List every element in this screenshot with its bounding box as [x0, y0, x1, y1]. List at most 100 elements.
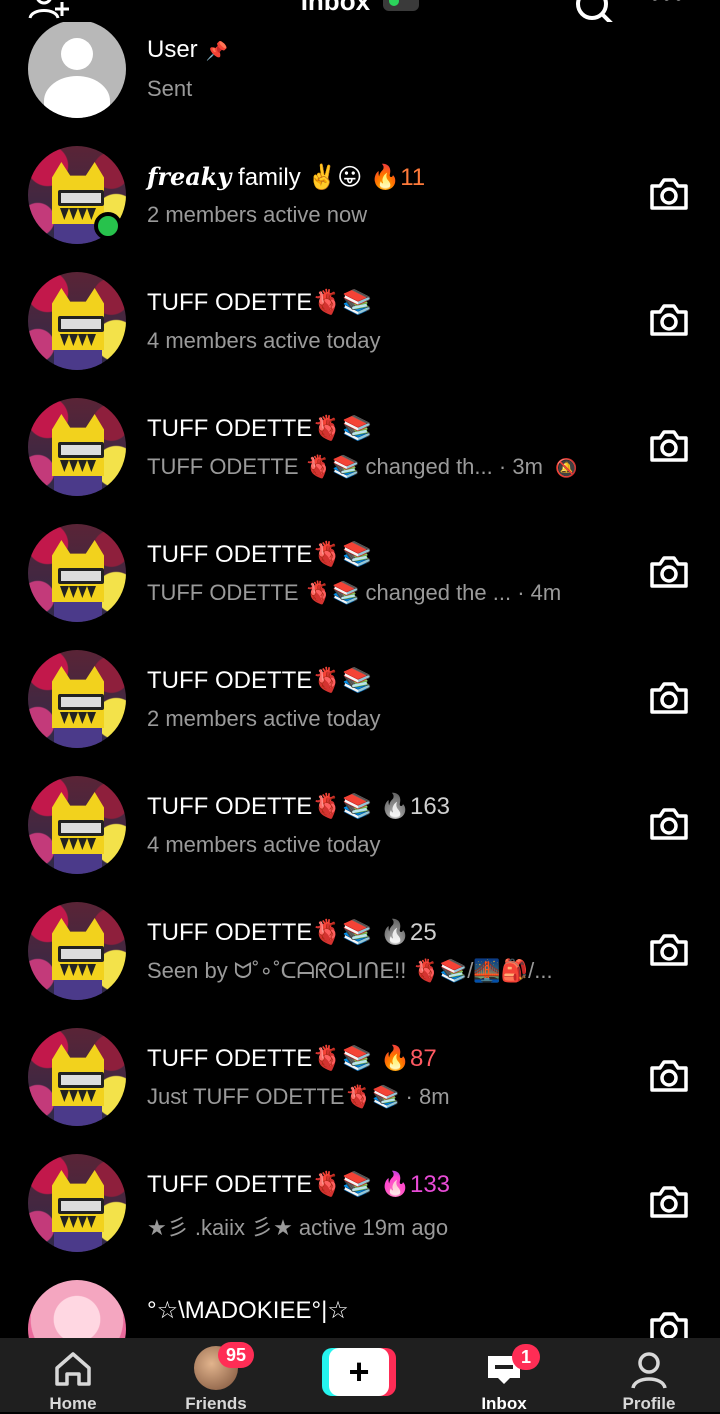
timestamp: · 4m — [517, 580, 562, 605]
camera-icon[interactable] — [648, 554, 690, 590]
avatar[interactable] — [28, 776, 126, 874]
avatar-eyes — [58, 694, 104, 710]
subtitle-text: TUFF ODETTE 🫀📚 changed the ... — [147, 580, 512, 605]
streak-count: 133 — [409, 1171, 451, 1198]
tab-label: Profile — [622, 1394, 676, 1413]
conversation-name-text: family ✌️😛 — [231, 164, 363, 191]
conversation-name: °☆\MADOKIEE°|☆ — [147, 1297, 349, 1324]
conversation-name: TUFF ODETTE🫀📚 🔥163 — [147, 792, 450, 821]
avatar-eyes — [58, 1198, 104, 1214]
streak-flame-icon: 🔥 — [380, 1045, 410, 1072]
avatar-eyes — [58, 316, 104, 332]
tab-home[interactable]: Home — [13, 1338, 133, 1413]
avatar-eyes — [58, 568, 104, 584]
avatar[interactable] — [28, 398, 126, 496]
camera-icon[interactable] — [648, 680, 690, 716]
conversation-name-text: User — [147, 36, 198, 63]
tab-profile[interactable]: Profile — [589, 1338, 709, 1413]
camera-icon[interactable] — [648, 1058, 690, 1094]
tab-friends[interactable]: 95 Friends — [156, 1338, 276, 1413]
streak-flame-icon: 🔥 — [380, 919, 410, 946]
conversation-name-prefix: freaky — [147, 162, 232, 191]
avatar[interactable] — [28, 272, 126, 370]
conversation-name-text: TUFF ODETTE🫀📚 — [147, 1045, 373, 1072]
conversation-subtitle: 2 members active now — [147, 202, 368, 227]
conversation-name-text: TUFF ODETTE🫀📚 — [147, 919, 373, 946]
avatar-eyes — [58, 1072, 104, 1088]
avatar[interactable] — [28, 1028, 126, 1126]
conversation-subtitle: 4 members active today — [147, 328, 381, 353]
camera-icon[interactable] — [648, 1184, 690, 1220]
top-bar: Inbox ••• — [0, 0, 720, 22]
avatar[interactable] — [28, 524, 126, 622]
conversation-row[interactable]: TUFF ODETTE🫀📚 🔥87 Just TUFF ODETTE🫀📚 · 8m — [0, 1028, 720, 1154]
camera-icon[interactable] — [648, 302, 690, 338]
conversation-row[interactable]: °☆\MADOKIEE°|☆ — [0, 1280, 720, 1338]
tab-label: Inbox — [481, 1394, 527, 1413]
camera-icon[interactable] — [648, 1310, 690, 1338]
conversation-subtitle: Just TUFF ODETTE🫀📚 · 8m — [147, 1084, 450, 1110]
tab-label: Friends — [185, 1394, 247, 1413]
conversation-row[interactable]: TUFF ODETTE🫀📚 4 members active today — [0, 272, 720, 398]
streak-count: 163 — [409, 793, 451, 820]
conversation-row[interactable]: TUFF ODETTE🫀📚 TUFF ODETTE 🫀📚 changed th.… — [0, 398, 720, 524]
conversation-name-text: TUFF ODETTE🫀📚 — [147, 1171, 373, 1198]
avatar[interactable] — [28, 1280, 126, 1338]
conversation-name: TUFF ODETTE🫀📚 — [147, 289, 373, 316]
muted-bell-icon: 🔕 — [555, 458, 578, 478]
avatar-body — [54, 476, 102, 496]
conversation-subtitle: 2 members active today — [147, 706, 381, 731]
conversation-subtitle: Seen by ᗢ˚∘˚ᑕᗩᖇOᒪIᑎE!! 🫀📚/🌉🎒/... — [147, 958, 553, 983]
avatar-eyes — [58, 946, 104, 962]
streak-count: 11 — [400, 164, 426, 191]
avatar-body — [54, 602, 102, 622]
conversation-row[interactable]: TUFF ODETTE🫀📚 🔥133 ★彡 .kaiix 彡★ active 19… — [0, 1154, 720, 1280]
online-status-icon[interactable] — [383, 0, 420, 12]
conversation-subtitle: ★彡 .kaiix 彡★ active 19m ago — [147, 1215, 449, 1240]
avatar[interactable] — [28, 650, 126, 748]
streak-flame-icon: 🔥 — [380, 793, 410, 820]
avatar-body — [54, 350, 102, 370]
conversation-row[interactable]: User 📌 Sent — [0, 22, 720, 148]
conversation-name: freaky family ✌️😛 🔥11 — [147, 162, 425, 192]
camera-icon[interactable] — [648, 428, 690, 464]
conversation-name: TUFF ODETTE🫀📚 🔥87 — [147, 1044, 437, 1073]
online-indicator-icon — [94, 212, 122, 240]
avatar-eyes — [58, 820, 104, 836]
streak-count: 87 — [409, 1045, 437, 1072]
conversation-name: TUFF ODETTE🫀📚 — [147, 667, 373, 694]
inbox-title: Inbox — [300, 0, 371, 16]
streak-flame-icon: 🔥 — [380, 1171, 410, 1198]
notification-badge: 1 — [512, 1344, 541, 1370]
conversation-list: User 📌 Sent freaky family ✌️😛 🔥11 2 member… — [0, 22, 720, 1338]
conversation-subtitle: TUFF ODETTE 🫀📚 changed th... · 3m 🔕 — [147, 454, 577, 480]
search-icon[interactable] — [574, 0, 614, 22]
user-silhouette-icon — [61, 38, 93, 70]
camera-icon[interactable] — [648, 806, 690, 842]
avatar[interactable] — [28, 902, 126, 1000]
conversation-row[interactable]: TUFF ODETTE🫀📚 TUFF ODETTE 🫀📚 changed the… — [0, 524, 720, 650]
avatar-eyes — [58, 190, 104, 206]
avatar-body — [54, 1106, 102, 1126]
conversation-row[interactable]: TUFF ODETTE🫀📚 2 members active today — [0, 650, 720, 776]
camera-icon[interactable] — [648, 932, 690, 968]
timestamp: · 3m — [498, 454, 543, 479]
camera-icon[interactable] — [648, 176, 690, 212]
more-icon[interactable]: ••• — [650, 0, 690, 12]
conversation-name-text: TUFF ODETTE🫀📚 — [147, 793, 373, 820]
pin-icon: 📌 — [205, 41, 229, 61]
conversation-name: TUFF ODETTE🫀📚 🔥133 — [147, 1170, 450, 1199]
avatar[interactable] — [28, 1154, 126, 1252]
create-plus-icon: + — [329, 1348, 389, 1396]
user-silhouette-body — [44, 76, 110, 118]
create-button[interactable]: + — [322, 1348, 396, 1396]
conversation-row[interactable]: TUFF ODETTE🫀📚 🔥25 Seen by ᗢ˚∘˚ᑕᗩᖇOᒪIᑎE!! … — [0, 902, 720, 1028]
avatar[interactable] — [28, 22, 126, 118]
tab-inbox[interactable]: 1 Inbox — [444, 1338, 564, 1413]
conversation-row[interactable]: TUFF ODETTE🫀📚 🔥163 4 members active today — [0, 776, 720, 902]
conversation-subtitle: Sent — [147, 76, 193, 101]
avatar-eyes — [58, 442, 104, 458]
conversation-row[interactable]: freaky family ✌️😛 🔥11 2 members active no… — [0, 146, 720, 272]
tab-label: Home — [49, 1394, 97, 1413]
conversation-subtitle: 4 members active today — [147, 832, 381, 857]
